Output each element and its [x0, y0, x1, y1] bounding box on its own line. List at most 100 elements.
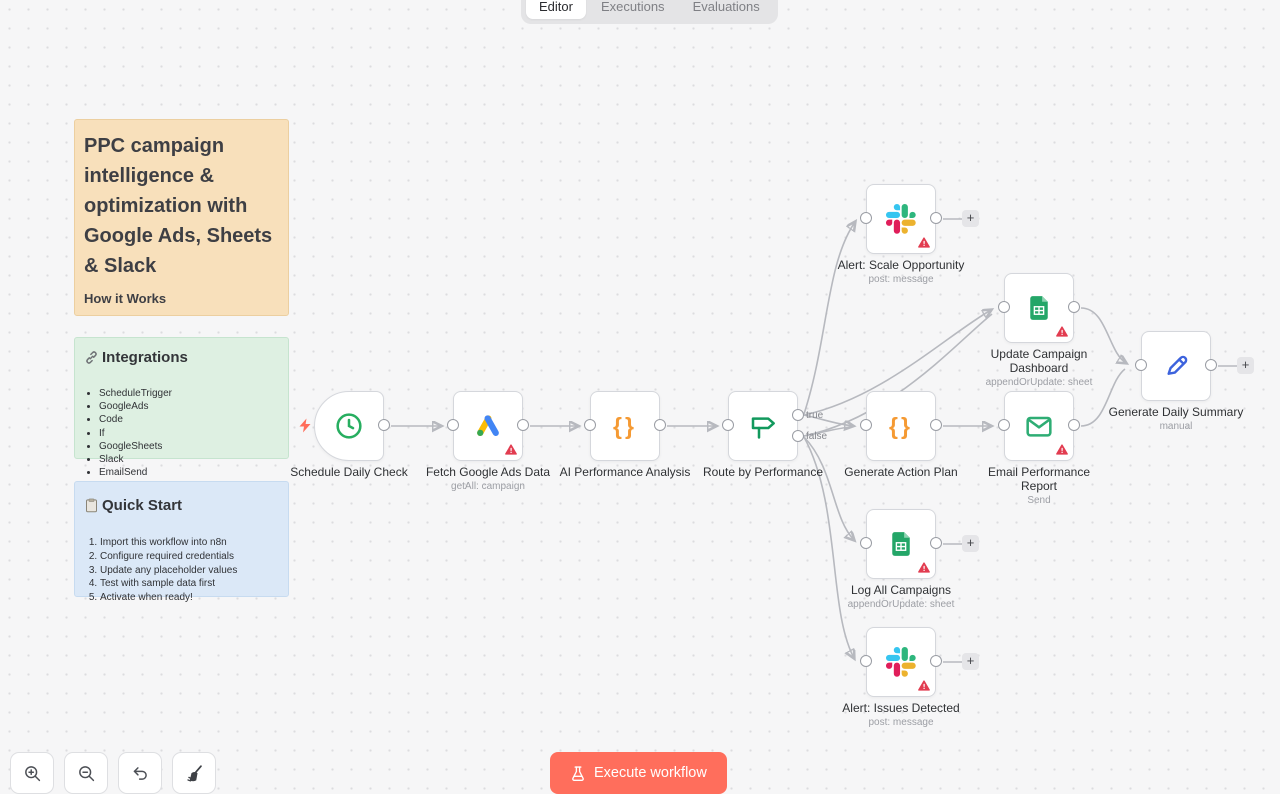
output-port[interactable] — [930, 212, 942, 224]
integrations-heading: Integrations — [84, 349, 279, 366]
tab-executions[interactable]: Executions — [588, 0, 678, 19]
google-ads-icon — [473, 411, 503, 441]
signpost-icon — [747, 410, 779, 442]
output-port[interactable] — [654, 419, 666, 431]
flask-icon — [570, 765, 586, 782]
editor-tabbar: Editor Executions Evaluations — [521, 0, 778, 24]
quick-start-heading: Quick Start — [84, 497, 279, 514]
add-node-button[interactable]: + — [962, 210, 979, 227]
link-icon — [84, 350, 99, 365]
input-port[interactable] — [1135, 359, 1147, 371]
input-port[interactable] — [860, 419, 872, 431]
slack-icon — [886, 647, 916, 677]
input-port[interactable] — [860, 212, 872, 224]
list-item: Activate when ready! — [100, 593, 279, 604]
output-port[interactable] — [1068, 301, 1080, 313]
tidy-up-button[interactable] — [172, 752, 216, 794]
input-port[interactable] — [860, 537, 872, 549]
output-port[interactable] — [378, 419, 390, 431]
list-item: Update any placeholder values — [100, 566, 279, 577]
google-sheets-icon — [886, 529, 916, 559]
list-item: If — [99, 428, 279, 440]
add-node-button[interactable]: + — [962, 535, 979, 552]
code-braces-icon: {} — [613, 413, 637, 440]
branch-label-true: true — [806, 410, 823, 421]
node-email-performance-report[interactable]: Email Performance Report Send — [1004, 391, 1074, 461]
node-generate-daily-summary[interactable]: Generate Daily Summary manual — [1141, 331, 1211, 401]
sticky-note-main[interactable]: PPC campaign intelligence & optimization… — [74, 119, 289, 316]
output-port[interactable] — [1068, 419, 1080, 431]
input-port[interactable] — [447, 419, 459, 431]
email-icon — [1023, 410, 1055, 442]
node-update-campaign-dashboard[interactable]: Update Campaign Dashboard appendOrUpdate… — [1004, 273, 1074, 343]
sticky-main-subtitle: How it Works — [84, 291, 166, 306]
google-sheets-icon — [1024, 293, 1054, 323]
integrations-list: ScheduleTriggerGoogleAdsCodeIfGoogleShee… — [84, 388, 279, 479]
tab-evaluations[interactable]: Evaluations — [680, 0, 773, 19]
node-subtitle: Send — [973, 495, 1105, 506]
sticky-note-integrations[interactable]: Integrations ScheduleTriggerGoogleAdsCod… — [74, 337, 289, 459]
node-ai-performance-analysis[interactable]: {} AI Performance Analysis — [590, 391, 660, 461]
list-item: ScheduleTrigger — [99, 388, 279, 400]
node-label: Log All Campaigns — [814, 583, 989, 597]
node-route-by-performance[interactable]: Route by Performance — [728, 391, 798, 461]
node-fetch-google-ads-data[interactable]: Fetch Google Ads Data getAll: campaign — [453, 391, 523, 461]
node-label: Update Campaign Dashboard — [973, 347, 1105, 375]
code-braces-icon: {} — [889, 413, 913, 440]
slack-icon — [886, 204, 916, 234]
warning-icon — [918, 237, 930, 248]
node-label: Email Performance Report — [973, 465, 1105, 493]
list-item: GoogleSheets — [99, 441, 279, 453]
warning-icon — [918, 680, 930, 691]
node-generate-action-plan[interactable]: {} Generate Action Plan — [866, 391, 936, 461]
add-node-button[interactable]: + — [1237, 357, 1254, 374]
output-port-false[interactable] — [792, 430, 804, 442]
execute-workflow-label: Execute workflow — [594, 765, 707, 781]
sticky-main-title: PPC campaign intelligence & optimization… — [84, 131, 279, 281]
output-port[interactable] — [517, 419, 529, 431]
warning-icon — [1056, 444, 1068, 455]
node-subtitle: post: message — [814, 717, 989, 728]
clipboard-icon — [84, 498, 99, 513]
output-port-true[interactable] — [792, 409, 804, 421]
node-alert-issues-detected[interactable]: Alert: Issues Detected post: message — [866, 627, 936, 697]
node-label: Generate Action Plan — [814, 465, 989, 479]
tab-editor[interactable]: Editor — [526, 0, 586, 19]
execute-workflow-button[interactable]: Execute workflow — [550, 752, 727, 794]
add-node-button[interactable]: + — [962, 653, 979, 670]
clock-icon — [333, 410, 365, 442]
reset-zoom-button[interactable] — [118, 752, 162, 794]
input-port[interactable] — [998, 419, 1010, 431]
list-item: Code — [99, 414, 279, 426]
node-alert-scale-opportunity[interactable]: Alert: Scale Opportunity post: message — [866, 184, 936, 254]
input-port[interactable] — [722, 419, 734, 431]
output-port[interactable] — [930, 537, 942, 549]
node-label: Alert: Issues Detected — [814, 701, 989, 715]
list-item: Import this workflow into n8n — [100, 538, 279, 549]
input-port[interactable] — [584, 419, 596, 431]
warning-icon — [918, 562, 930, 573]
node-subtitle: getAll: campaign — [401, 481, 576, 492]
node-subtitle: appendOrUpdate: sheet — [973, 377, 1105, 388]
list-item: Slack — [99, 454, 279, 466]
output-port[interactable] — [930, 419, 942, 431]
output-port[interactable] — [1205, 359, 1217, 371]
node-label: Alert: Scale Opportunity — [814, 258, 989, 272]
node-schedule-daily-check[interactable]: Schedule Daily Check — [314, 391, 384, 461]
node-label: Generate Daily Summary — [1089, 405, 1264, 419]
zoom-out-button[interactable] — [64, 752, 108, 794]
trigger-bolt-icon — [298, 418, 312, 433]
node-subtitle: post: message — [814, 274, 989, 285]
zoom-in-button[interactable] — [10, 752, 54, 794]
input-port[interactable] — [998, 301, 1010, 313]
node-subtitle: appendOrUpdate: sheet — [814, 599, 989, 610]
node-subtitle: manual — [1089, 421, 1264, 432]
list-item: EmailSend — [99, 467, 279, 479]
input-port[interactable] — [860, 655, 872, 667]
sticky-note-quick-start[interactable]: Quick Start Import this workflow into n8… — [74, 481, 289, 597]
output-port[interactable] — [930, 655, 942, 667]
node-log-all-campaigns[interactable]: Log All Campaigns appendOrUpdate: sheet — [866, 509, 936, 579]
quick-start-list: Import this workflow into n8n Configure r… — [84, 538, 279, 604]
list-item: Test with sample data first — [100, 579, 279, 590]
list-item: Configure required credentials — [100, 552, 279, 563]
